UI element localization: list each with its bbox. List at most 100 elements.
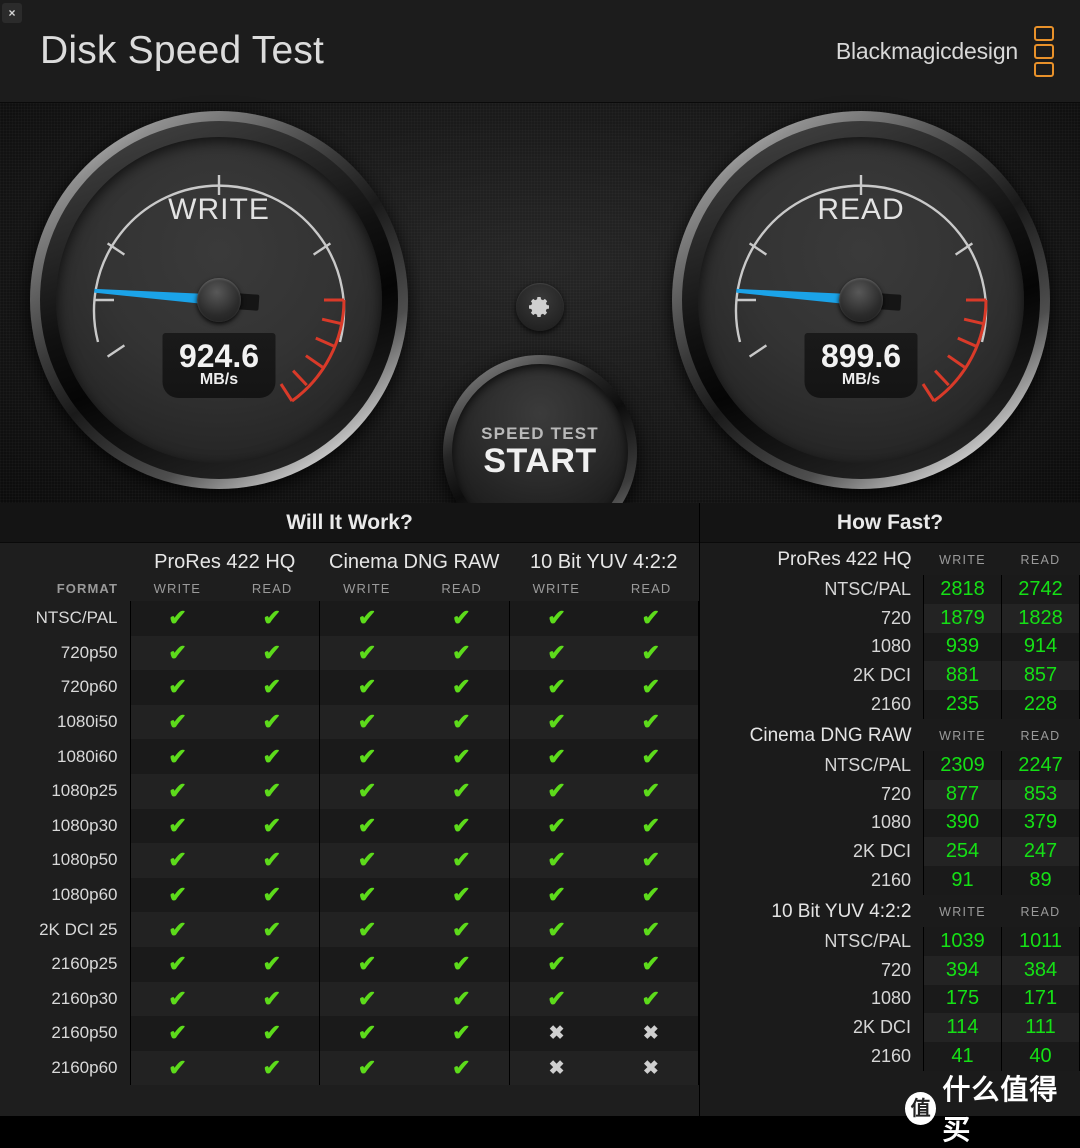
check-icon: ✔ [319,739,415,774]
resolution-label: 2K DCI [852,1017,911,1038]
resolution-label: 1080 [870,988,911,1009]
check-icon: ✔ [129,946,225,982]
read-speed-value: 1828 [1001,603,1080,633]
column-header-read: READ [1020,728,1061,743]
check-icon: ✔ [129,773,225,809]
how-fast-panel: How Fast? ProRes 422 HQ WRITE READ NTSC/PAL… [700,503,1080,1116]
check-icon: ✔ [224,601,320,636]
table-row: 720 1879 1828 [700,603,1080,633]
gauge-face: READ 899.6 MB/s [698,137,1024,463]
format-label: 2160p60 [51,1058,118,1078]
table-row: 2K DCI 254 247 [700,837,1080,867]
codec-name: ProRes 422 HQ [777,549,912,570]
format-label: 2K DCI 25 [39,919,118,939]
brand-wordmark: Blackmagicdesign [835,38,1018,64]
resolution-label: 1080 [870,812,911,833]
check-icon: ✔ [224,912,320,947]
format-label: 1080p30 [51,815,118,835]
write-speed-value: 235 [923,690,1002,719]
format-label: 2160p30 [51,988,118,1008]
table-row: 1080i50 ✔ ✔ ✔ ✔ ✔ ✔ [0,704,699,740]
check-icon: ✔ [319,773,415,809]
format-column-header: FORMAT [56,580,118,596]
check-icon: ✔ [414,773,509,809]
table-row: NTSC/PAL 2818 2742 [700,575,1080,604]
settings-button[interactable] [516,283,564,331]
resolution-label: 2K DCI [852,665,911,686]
check-icon: ✔ [414,808,509,844]
check-icon: ✔ [129,635,225,671]
table-row: 1080p50 ✔ ✔ ✔ ✔ ✔ ✔ [0,843,699,878]
check-icon: ✔ [129,670,225,705]
start-button-sublabel: SPEED TEST [481,423,599,443]
check-icon: ✔ [603,739,699,774]
write-readout: 924.6 MB/s [162,333,276,398]
check-icon: ✔ [603,635,699,671]
check-icon: ✔ [319,704,415,740]
subheader-write: WRITE [532,580,581,596]
check-icon: ✔ [319,946,415,982]
check-icon: ✔ [319,1016,415,1051]
table-row: 1080 939 914 [700,632,1080,662]
check-icon: ✔ [129,704,225,740]
write-speed-value: 91 [923,866,1002,895]
check-icon: ✔ [603,704,699,740]
format-label: NTSC/PAL [35,608,118,628]
table-row: 2160 91 89 [700,866,1080,895]
how-fast-block-header: Cinema DNG RAW WRITE READ [700,721,1080,751]
check-icon: ✔ [414,635,509,671]
check-icon: ✔ [224,739,320,774]
check-icon: ✔ [414,739,509,774]
check-icon: ✔ [508,601,604,636]
check-icon: ✔ [224,981,320,1017]
how-fast-body: ProRes 422 HQ WRITE READ NTSC/PAL 2818 2742 72… [700,545,1080,1071]
format-label: 1080p60 [51,885,118,905]
read-speed-value: 857 [1001,661,1080,691]
column-header-write: WRITE [939,728,986,743]
check-icon: ✔ [224,635,320,671]
table-row: 2K DCI 881 857 [700,661,1080,691]
table-row: NTSC/PAL 1039 1011 [700,926,1080,956]
window-close-button[interactable]: × [2,3,22,23]
resolution-label: 720 [880,783,911,804]
check-icon: ✔ [129,601,225,636]
check-icon: ✔ [414,704,509,740]
write-speed-value: 394 [923,955,1002,985]
check-icon: ✔ [319,981,415,1017]
check-icon: ✔ [508,946,604,982]
table-row: NTSC/PAL ✔ ✔ ✔ ✔ ✔ ✔ [0,601,699,636]
table-row: 2160p25 ✔ ✔ ✔ ✔ ✔ ✔ [0,946,699,982]
check-icon: ✔ [129,877,225,913]
table-row: 2160p60 ✔ ✔ ✔ ✔ ✖ ✖ [0,1050,699,1086]
write-speed-value: 2309 [923,750,1002,780]
group-header-prores: ProRes 422 HQ [154,551,296,573]
gear-icon [529,297,549,317]
check-icon: ✔ [319,670,415,705]
write-speed-value: 41 [923,1042,1002,1071]
resolution-label: 2160 [870,694,911,715]
format-label: 2160p50 [51,1023,118,1043]
check-icon: ✔ [319,601,415,636]
write-speed-value: 881 [923,661,1002,691]
write-speed-value: 939 [923,632,1002,662]
table-row: 720 877 853 [700,779,1080,809]
resolution-label: 2160 [870,870,911,891]
check-icon: ✔ [129,843,225,878]
check-icon: ✔ [508,635,604,671]
check-icon: ✔ [224,877,320,913]
cross-icon: ✖ [603,1016,699,1051]
read-speed-value: 2247 [1001,750,1080,780]
gauge-hub [839,278,883,322]
write-speed-value: 114 [923,1013,1002,1043]
check-icon: ✔ [603,912,699,947]
check-icon: ✔ [414,946,509,982]
read-speed-value: 384 [1001,955,1080,985]
write-speed-value: 1879 [923,603,1002,633]
gauge-panel: WRITE 924.6 MB/s READ 899.6 MB/s SPEED T… [0,103,1080,549]
group-header-yuv: 10 Bit YUV 4:2:2 [530,551,678,573]
how-fast-block-header: 10 Bit YUV 4:2:2 WRITE READ [700,897,1080,927]
table-row: 720p60 ✔ ✔ ✔ ✔ ✔ ✔ [0,670,699,705]
sub-header-row: FORMAT WRITE READ WRITE READ WRITE READ [0,575,699,601]
check-icon: ✔ [129,981,225,1017]
check-icon: ✔ [129,912,225,947]
